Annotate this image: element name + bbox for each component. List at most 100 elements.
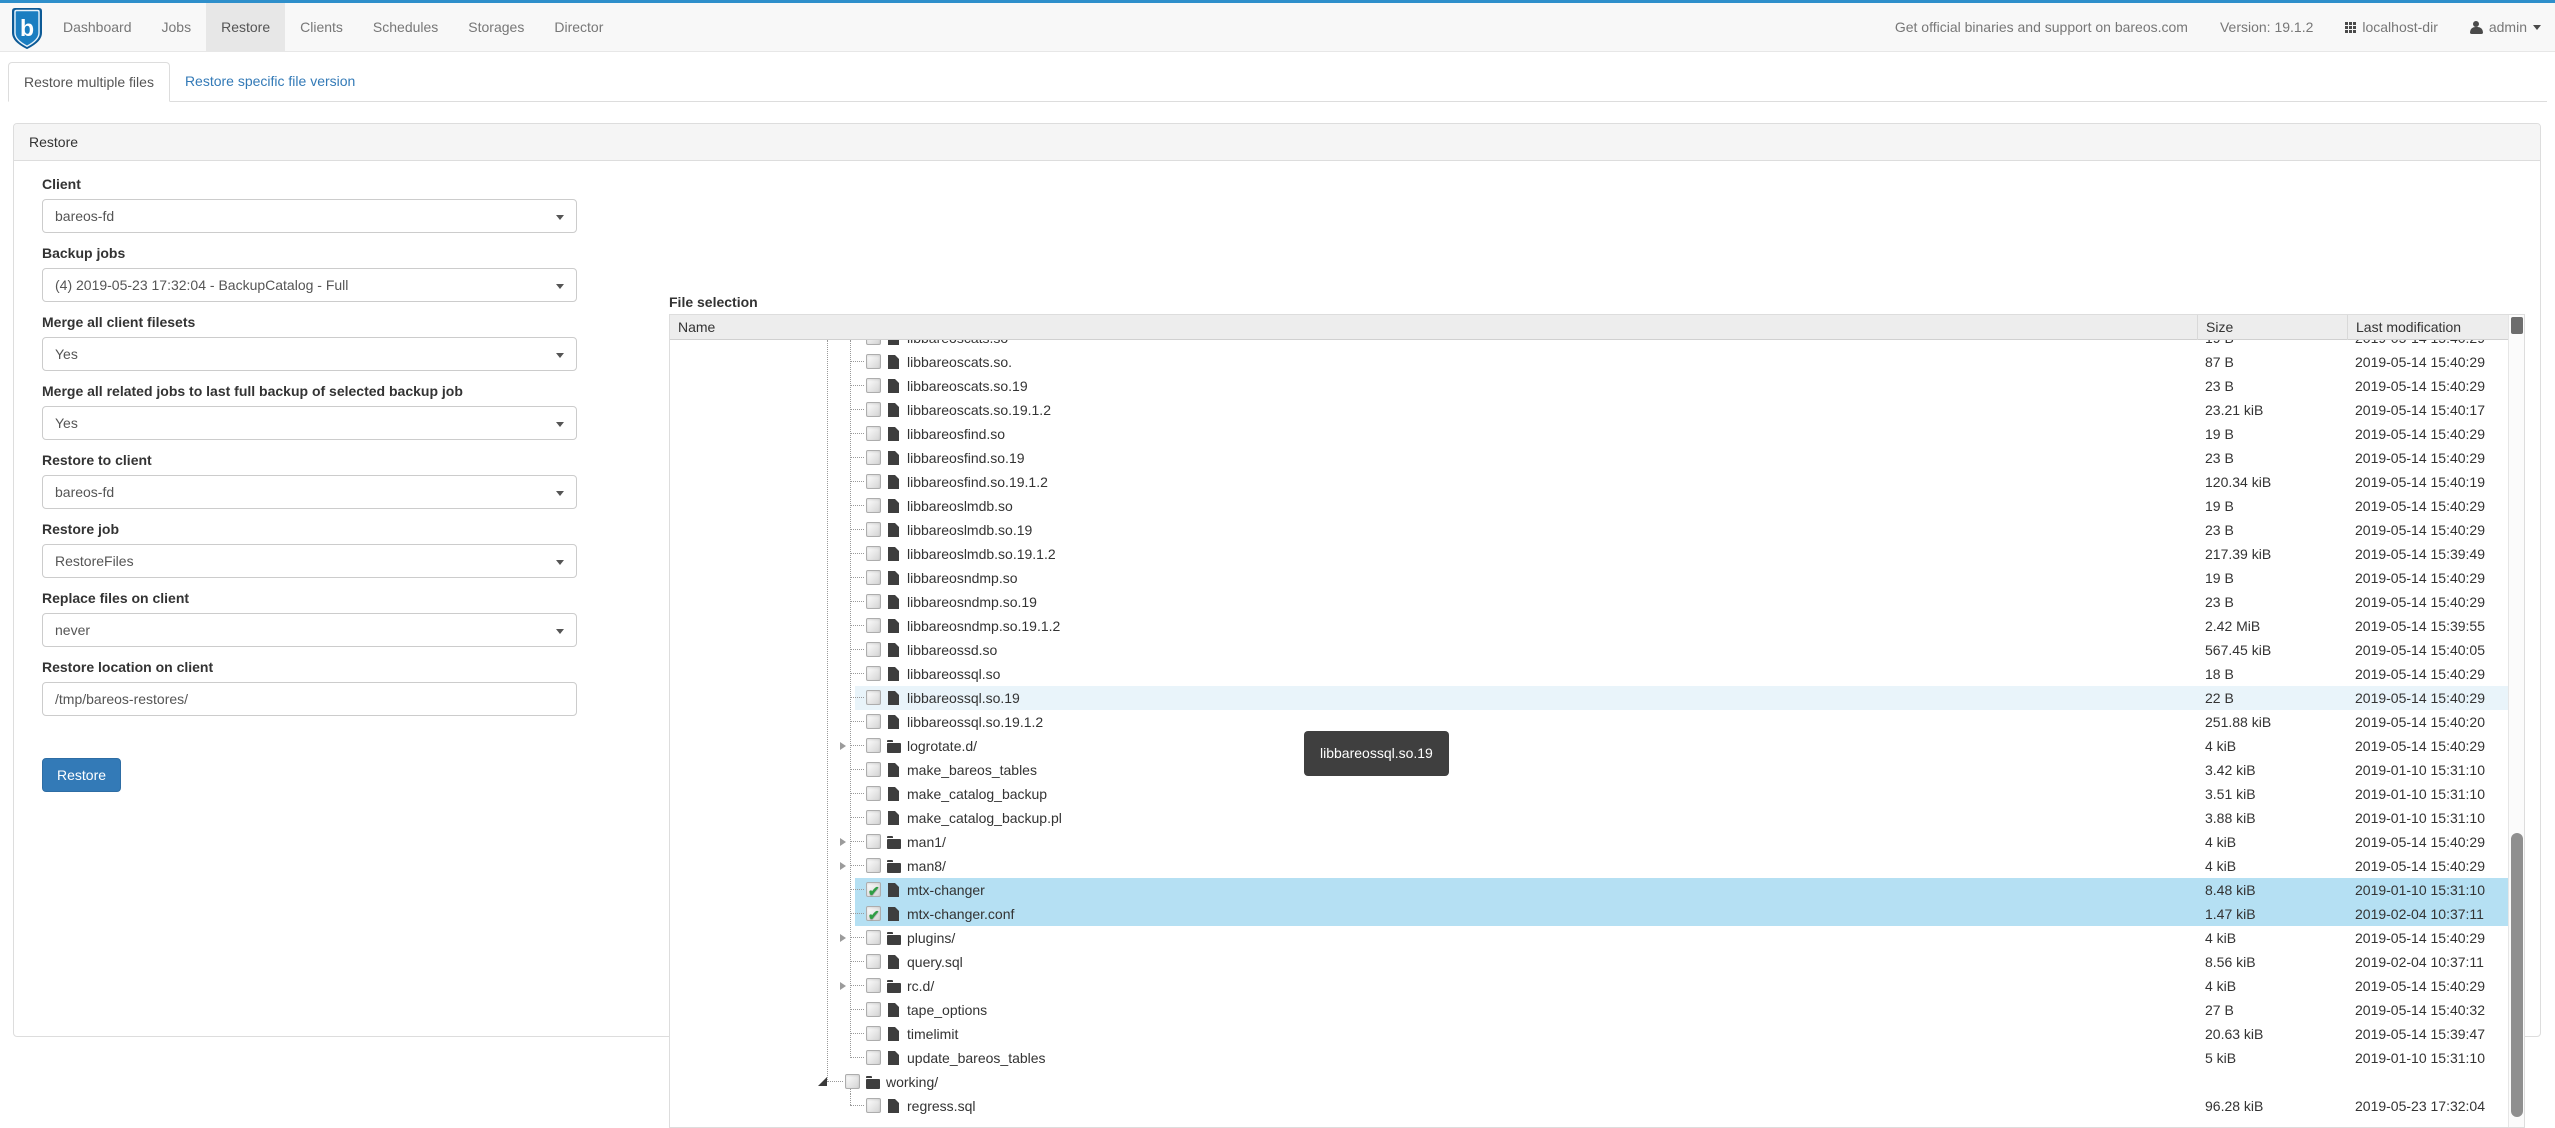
- file-name[interactable]: mtx-changer.conf: [907, 902, 1014, 926]
- file-checkbox[interactable]: [866, 450, 881, 465]
- file-name[interactable]: libbareossql.so.19.1.2: [907, 710, 1043, 734]
- file-checkbox[interactable]: [866, 978, 881, 993]
- file-checkbox-checked[interactable]: [866, 906, 881, 921]
- restore-job-select[interactable]: RestoreFiles: [42, 544, 577, 578]
- file-checkbox[interactable]: [866, 426, 881, 441]
- nav-item-director[interactable]: Director: [539, 3, 618, 51]
- file-checkbox[interactable]: [866, 498, 881, 513]
- row-highlight: [855, 686, 2508, 710]
- expander-closed-icon[interactable]: [840, 934, 846, 942]
- file-name[interactable]: make_catalog_backup.pl: [907, 806, 1062, 830]
- client-select[interactable]: bareos-fd: [42, 199, 577, 233]
- file-checkbox-checked[interactable]: [866, 882, 881, 897]
- file-checkbox[interactable]: [866, 570, 881, 585]
- file-name[interactable]: libbareoscats.so.19: [907, 374, 1028, 398]
- nav-item-schedules[interactable]: Schedules: [358, 3, 453, 51]
- expander-open-icon[interactable]: [818, 1077, 827, 1086]
- restore-button[interactable]: Restore: [42, 758, 121, 792]
- file-checkbox[interactable]: [866, 642, 881, 657]
- nav-item-dashboard[interactable]: Dashboard: [48, 3, 147, 51]
- user-menu[interactable]: admin: [2470, 19, 2541, 35]
- file-name[interactable]: logrotate.d/: [907, 734, 977, 758]
- nav-item-jobs[interactable]: Jobs: [147, 3, 207, 51]
- file-name[interactable]: libbareossql.so: [907, 662, 1000, 686]
- file-name[interactable]: libbareoslmdb.so.19.1.2: [907, 542, 1056, 566]
- file-name[interactable]: make_bareos_tables: [907, 758, 1037, 782]
- merge-all-related-jobs-to-last-full-backup-of-selected-backup-job-select[interactable]: Yes: [42, 406, 577, 440]
- file-name[interactable]: man8/: [907, 854, 946, 878]
- backup-jobs-select[interactable]: (4) 2019-05-23 17:32:04 - BackupCatalog …: [42, 268, 577, 302]
- support-link[interactable]: Get official binaries and support on bar…: [1895, 19, 2188, 35]
- file-checkbox[interactable]: [866, 810, 881, 825]
- file-name[interactable]: libbareoslmdb.so: [907, 494, 1013, 518]
- file-name[interactable]: regress.sql: [907, 1094, 975, 1118]
- file-checkbox[interactable]: [866, 354, 881, 369]
- tree-connector: [850, 505, 864, 506]
- file-name[interactable]: libbareoscats.so.19.1.2: [907, 398, 1051, 422]
- file-checkbox[interactable]: [866, 762, 881, 777]
- file-modified: 2019-02-04 10:37:11: [2355, 902, 2484, 926]
- file-checkbox[interactable]: [866, 666, 881, 681]
- file-name[interactable]: libbareossd.so: [907, 638, 997, 662]
- scrollbar-thumb[interactable]: [2511, 833, 2523, 1117]
- file-name[interactable]: timelimit: [907, 1022, 958, 1046]
- file-name[interactable]: mtx-changer: [907, 878, 985, 902]
- file-name[interactable]: working/: [886, 1070, 938, 1094]
- file-name[interactable]: libbareosfind.so: [907, 422, 1005, 446]
- replace-files-on-client-select[interactable]: never: [42, 613, 577, 647]
- file-name[interactable]: make_catalog_backup: [907, 782, 1047, 806]
- file-checkbox[interactable]: [866, 594, 881, 609]
- file-name[interactable]: libbareosndmp.so.19: [907, 590, 1037, 614]
- file-checkbox[interactable]: [866, 1050, 881, 1065]
- file-name[interactable]: libbareoscats.so.: [907, 350, 1012, 374]
- file-checkbox[interactable]: [866, 340, 881, 345]
- file-name[interactable]: libbareosfind.so.19.1.2: [907, 470, 1048, 494]
- bareos-logo[interactable]: b: [12, 8, 42, 49]
- director-menu[interactable]: localhost-dir: [2345, 19, 2437, 35]
- file-checkbox[interactable]: [866, 474, 881, 489]
- file-name[interactable]: libbareossql.so.19: [907, 686, 1020, 710]
- file-checkbox[interactable]: [866, 1002, 881, 1017]
- tab-restore-specific-file-version[interactable]: Restore specific file version: [170, 62, 370, 101]
- table-scrollbar[interactable]: [2508, 315, 2524, 1127]
- tab-restore-multiple-files[interactable]: Restore multiple files: [8, 62, 170, 102]
- file-name[interactable]: rc.d/: [907, 974, 934, 998]
- file-checkbox[interactable]: [845, 1074, 860, 1089]
- file-checkbox[interactable]: [866, 618, 881, 633]
- restore-to-client-select[interactable]: bareos-fd: [42, 475, 577, 509]
- file-checkbox[interactable]: [866, 1026, 881, 1041]
- file-checkbox[interactable]: [866, 954, 881, 969]
- file-name[interactable]: libbareoslmdb.so.19: [907, 518, 1032, 542]
- file-name[interactable]: query.sql: [907, 950, 963, 974]
- file-checkbox[interactable]: [866, 714, 881, 729]
- file-name[interactable]: libbareoscats.so: [907, 340, 1008, 350]
- restore-location-on-client-input[interactable]: [42, 682, 577, 716]
- expander-closed-icon[interactable]: [840, 838, 846, 846]
- file-checkbox[interactable]: [866, 930, 881, 945]
- file-checkbox[interactable]: [866, 834, 881, 849]
- file-name[interactable]: tape_options: [907, 998, 987, 1022]
- file-name[interactable]: libbareosfind.so.19: [907, 446, 1025, 470]
- nav-item-storages[interactable]: Storages: [453, 3, 539, 51]
- file-checkbox[interactable]: [866, 546, 881, 561]
- file-name[interactable]: update_bareos_tables: [907, 1046, 1046, 1070]
- file-name[interactable]: plugins/: [907, 926, 955, 950]
- expander-closed-icon[interactable]: [840, 862, 846, 870]
- file-checkbox[interactable]: [866, 858, 881, 873]
- nav-item-restore[interactable]: Restore: [206, 3, 285, 51]
- scrollbar-up-button[interactable]: [2511, 317, 2523, 334]
- file-checkbox[interactable]: [866, 378, 881, 393]
- file-checkbox[interactable]: [866, 786, 881, 801]
- expander-closed-icon[interactable]: [840, 982, 846, 990]
- file-name[interactable]: man1/: [907, 830, 946, 854]
- expander-closed-icon[interactable]: [840, 742, 846, 750]
- file-checkbox[interactable]: [866, 402, 881, 417]
- file-name[interactable]: libbareosndmp.so: [907, 566, 1018, 590]
- merge-all-client-filesets-select[interactable]: Yes: [42, 337, 577, 371]
- file-checkbox[interactable]: [866, 738, 881, 753]
- file-checkbox[interactable]: [866, 522, 881, 537]
- file-name[interactable]: libbareosndmp.so.19.1.2: [907, 614, 1060, 638]
- file-checkbox[interactable]: [866, 1098, 881, 1113]
- nav-item-clients[interactable]: Clients: [285, 3, 358, 51]
- file-checkbox[interactable]: [866, 690, 881, 705]
